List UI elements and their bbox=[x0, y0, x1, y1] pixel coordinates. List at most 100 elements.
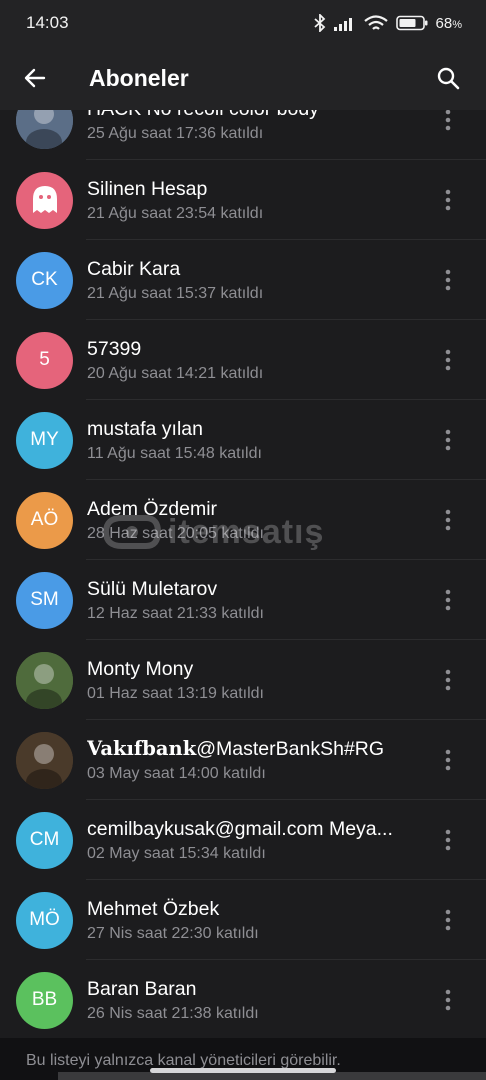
more-options-button[interactable] bbox=[424, 972, 472, 1028]
more-vertical-icon bbox=[445, 589, 451, 611]
subscriber-info: 57399 20 Ağu saat 14:21 katıldı bbox=[87, 337, 424, 384]
more-vertical-icon bbox=[445, 269, 451, 291]
subscriber-row[interactable]: Vakıfbank@MasterBankSh#RG 03 May saat 14:… bbox=[0, 720, 486, 800]
status-bar: 14:03 68% bbox=[0, 0, 486, 46]
subscriber-name: cemilbaykusak@gmail.com Meya... bbox=[87, 817, 393, 840]
subscriber-row[interactable]: BB Baran Baran 26 Nis saat 21:38 katıldı bbox=[0, 960, 486, 1040]
wifi-icon bbox=[363, 14, 388, 30]
more-options-button[interactable] bbox=[424, 652, 472, 708]
battery-icon bbox=[395, 15, 428, 31]
subscriber-row[interactable]: AÖ Adem Özdemir 28 Haz saat 20:05 katıldı bbox=[0, 480, 486, 560]
profile-photo-icon bbox=[16, 651, 73, 709]
subscriber-info: mustafa yılan 11 Ağu saat 15:48 katıldı bbox=[87, 417, 424, 464]
subscriber-name: Sülü Muletarov bbox=[87, 577, 218, 600]
avatar: AÖ bbox=[16, 491, 73, 549]
avatar-initials: MÖ bbox=[29, 909, 60, 930]
bluetooth-icon bbox=[313, 14, 325, 32]
avatar bbox=[16, 651, 73, 709]
more-vertical-icon bbox=[445, 509, 451, 531]
more-options-button[interactable] bbox=[424, 332, 472, 388]
joined-date: 26 Nis saat 21:38 katıldı bbox=[87, 1004, 259, 1022]
joined-date: 21 Ağu saat 15:37 katıldı bbox=[87, 284, 264, 302]
subscriber-name: Adem Özdemir bbox=[87, 497, 218, 520]
avatar: SM bbox=[16, 571, 73, 629]
subscriber-row[interactable]: Silinen Hesap 21 Ağu saat 23:54 katıldı bbox=[0, 160, 486, 240]
avatar-initials: BB bbox=[31, 989, 58, 1010]
more-options-button[interactable] bbox=[424, 412, 472, 468]
page-title: Aboneler bbox=[89, 64, 189, 91]
joined-date: 28 Haz saat 20:05 katıldı bbox=[87, 524, 264, 542]
avatar: CM bbox=[16, 811, 73, 869]
home-gesture-handle[interactable] bbox=[150, 1068, 336, 1073]
avatar-initials: MY bbox=[30, 429, 59, 450]
subscriber-info: Adem Özdemir 28 Haz saat 20:05 katıldı bbox=[87, 497, 424, 544]
avatar: BB bbox=[16, 971, 73, 1029]
avatar-initials: CK bbox=[31, 269, 58, 290]
more-vertical-icon bbox=[445, 829, 451, 851]
joined-date: 02 May saat 15:34 katıldı bbox=[87, 844, 266, 862]
arrow-left-icon bbox=[24, 68, 46, 88]
status-icons: 68% bbox=[313, 14, 462, 32]
subscriber-row[interactable]: CM cemilbaykusak@gmail.com Meya... 02 May … bbox=[0, 800, 486, 880]
more-options-button[interactable] bbox=[424, 572, 472, 628]
subscriber-info: Vakıfbank@MasterBankSh#RG 03 May saat 14:… bbox=[87, 737, 424, 784]
more-vertical-icon bbox=[445, 349, 451, 371]
avatar: CK bbox=[16, 251, 73, 309]
battery-percent: 68% bbox=[435, 14, 462, 32]
subscriber-info: Sülü Muletarov 12 Haz saat 21:33 katıldı bbox=[87, 577, 424, 624]
more-options-button[interactable] bbox=[424, 172, 472, 228]
joined-date: 03 May saat 14:00 katıldı bbox=[87, 764, 266, 782]
avatar bbox=[16, 731, 73, 789]
subscriber-row[interactable]: 5 57399 20 Ağu saat 14:21 katıldı bbox=[0, 320, 486, 400]
more-options-button[interactable] bbox=[424, 492, 472, 548]
subscriber-info: Baran Baran 26 Nis saat 21:38 katıldı bbox=[87, 977, 424, 1024]
subscriber-info: Monty Mony 01 Haz saat 13:19 katıldı bbox=[87, 657, 424, 704]
avatar: MÖ bbox=[16, 891, 73, 949]
more-vertical-icon bbox=[445, 429, 451, 451]
more-vertical-icon bbox=[445, 909, 451, 931]
status-time: 14:03 bbox=[26, 13, 69, 32]
subscriber-info: Mehmet Özbek 27 Nis saat 22:30 katıldı bbox=[87, 897, 424, 944]
more-options-button[interactable] bbox=[424, 732, 472, 788]
subscriber-list: HACK No recoil color body25 Ağu saat 17:… bbox=[0, 80, 486, 1040]
subscriber-name: 57399 bbox=[87, 337, 142, 360]
avatar: 5 bbox=[16, 331, 73, 389]
subscriber-name-styled-part: Vakıfbank bbox=[87, 736, 197, 760]
joined-date: 21 Ağu saat 23:54 katıldı bbox=[87, 204, 264, 222]
more-options-button[interactable] bbox=[424, 892, 472, 948]
more-options-button[interactable] bbox=[424, 812, 472, 868]
subscriber-row[interactable]: CK Cabir Kara 21 Ağu saat 15:37 katıldı bbox=[0, 240, 486, 320]
subscriber-name: Mehmet Özbek bbox=[87, 897, 220, 920]
subscriber-row[interactable]: Monty Mony 01 Haz saat 13:19 katıldı bbox=[0, 640, 486, 720]
avatar-initials: 5 bbox=[39, 349, 50, 370]
avatar-initials: AÖ bbox=[30, 509, 59, 530]
subscriber-name: Silinen Hesap bbox=[87, 177, 208, 200]
avatar bbox=[16, 171, 73, 229]
app-bar: Aboneler bbox=[0, 46, 486, 110]
subscriber-name: Cabir Kara bbox=[87, 257, 181, 280]
subscriber-row[interactable]: MÖ Mehmet Özbek 27 Nis saat 22:30 katıldı bbox=[0, 880, 486, 960]
joined-date: 01 Haz saat 13:19 katıldı bbox=[87, 684, 264, 702]
signal-icon bbox=[333, 18, 352, 31]
more-options-button[interactable] bbox=[424, 252, 472, 308]
subscriber-info: Cabir Kara 21 Ağu saat 15:37 katıldı bbox=[87, 257, 424, 304]
subscriber-name: mustafa yılan bbox=[87, 417, 203, 440]
joined-date: 20 Ağu saat 14:21 katıldı bbox=[87, 364, 264, 382]
joined-date: 11 Ağu saat 15:48 katıldı bbox=[87, 444, 262, 462]
subscriber-row[interactable]: MY mustafa yılan 11 Ağu saat 15:48 katıldı bbox=[0, 400, 486, 480]
more-vertical-icon bbox=[445, 669, 451, 691]
subscriber-info: Silinen Hesap 21 Ağu saat 23:54 katıldı bbox=[87, 177, 424, 224]
joined-date: 25 Ağu saat 17:36 katıldı bbox=[87, 124, 264, 142]
subscriber-name: Monty Mony bbox=[87, 657, 194, 680]
search-button[interactable] bbox=[420, 50, 476, 106]
subscriber-name: Vakıfbank@MasterBankSh#RG bbox=[87, 737, 423, 761]
subscriber-row[interactable]: SM Sülü Muletarov 12 Haz saat 21:33 katıld… bbox=[0, 560, 486, 640]
profile-photo-icon bbox=[16, 731, 73, 789]
avatar-initials: SM bbox=[30, 589, 59, 610]
subscriber-info: cemilbaykusak@gmail.com Meya... 02 May sa… bbox=[87, 817, 424, 864]
subscriber-name-rest: @MasterBankSh#RG bbox=[196, 737, 385, 760]
more-vertical-icon bbox=[445, 989, 451, 1011]
search-icon bbox=[437, 67, 460, 90]
back-button[interactable] bbox=[3, 46, 67, 110]
more-vertical-icon bbox=[445, 109, 451, 131]
